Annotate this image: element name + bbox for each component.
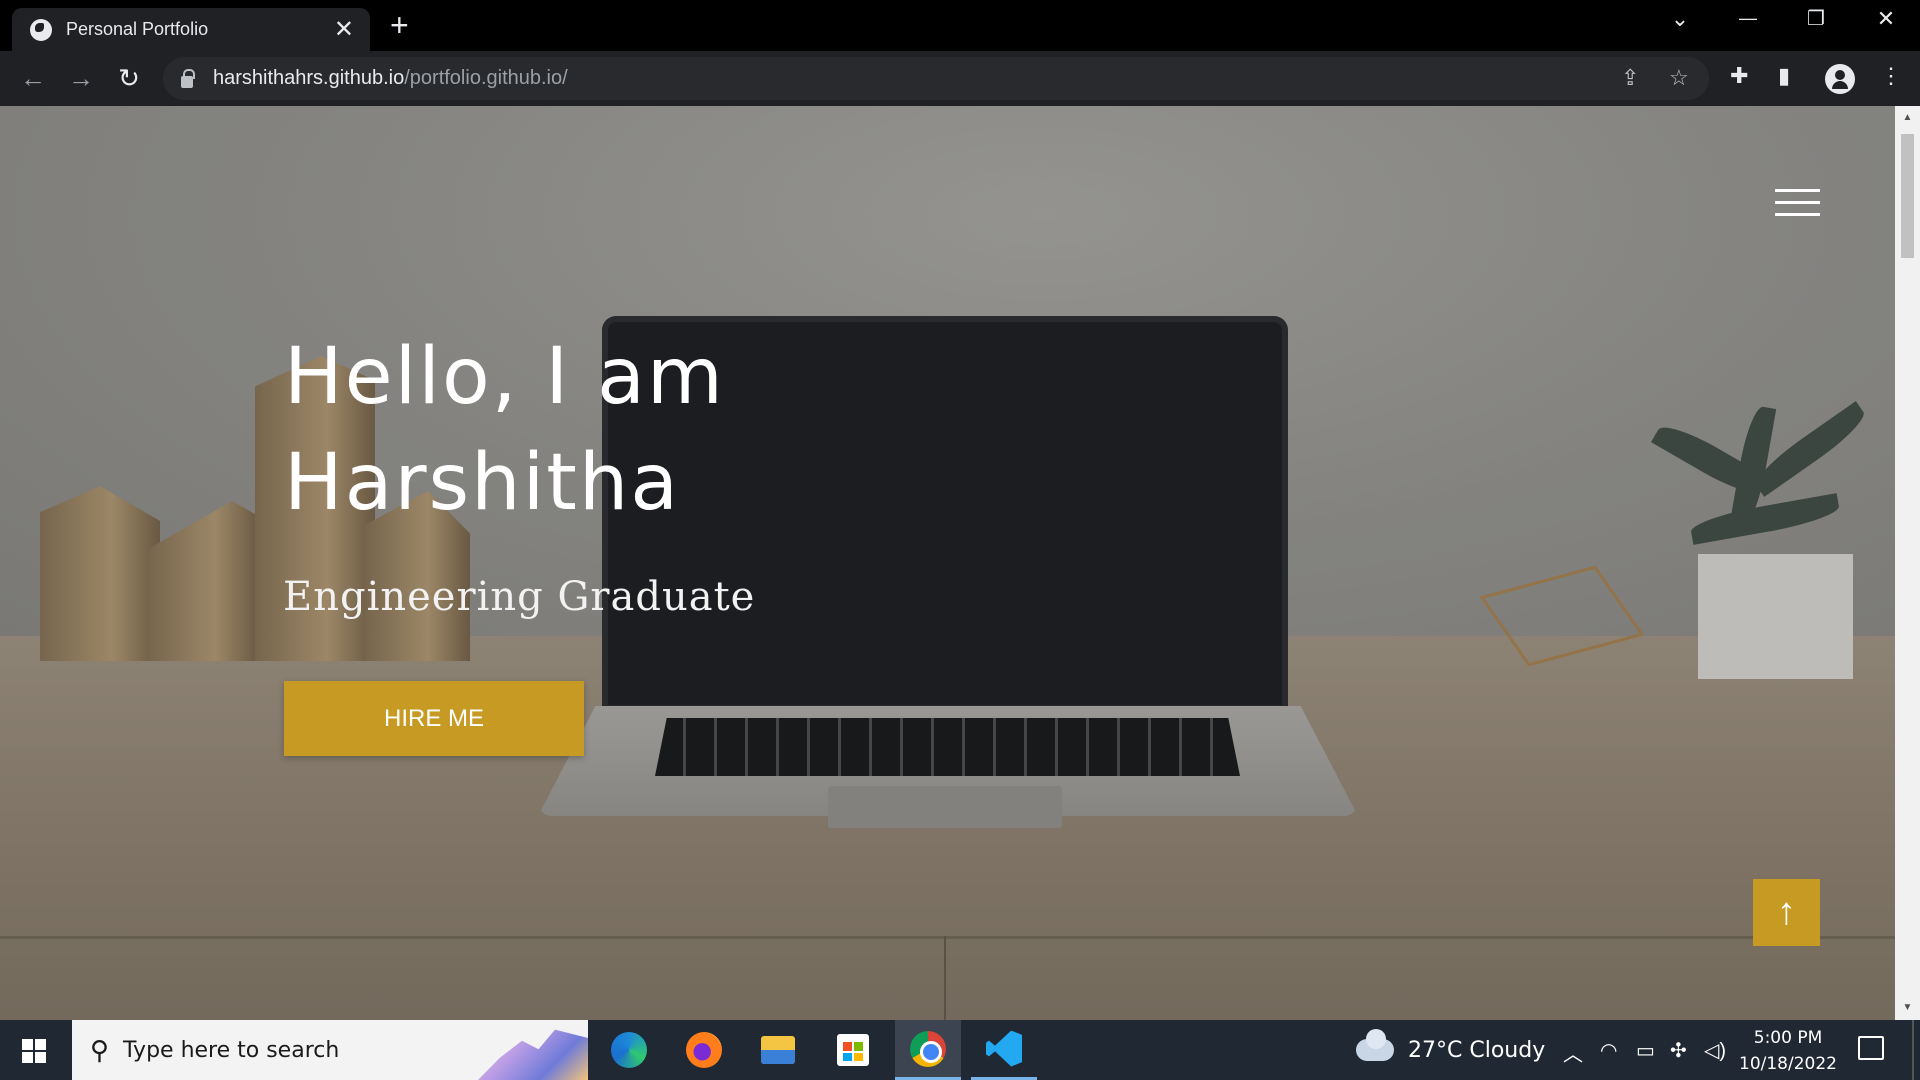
firefox-icon: [686, 1032, 722, 1068]
taskbar-search-box[interactable]: ⚲ Type here to search: [72, 1020, 588, 1080]
slack-icon[interactable]: ✣: [1670, 1038, 1687, 1063]
lock-icon[interactable]: [181, 68, 195, 88]
notification-icon[interactable]: [1858, 1036, 1884, 1060]
hamburger-menu-icon[interactable]: [1775, 189, 1820, 219]
scroll-down-icon[interactable]: ▼: [1895, 998, 1920, 1018]
extensions-icon[interactable]: ✚: [1730, 63, 1748, 89]
menu-dots-icon[interactable]: ⋮: [1880, 63, 1902, 89]
tab-search-dropdown-icon[interactable]: ⌄: [1660, 6, 1700, 32]
weather-text: 27°C Cloudy: [1408, 1037, 1546, 1063]
windows-start-icon[interactable]: [22, 1039, 46, 1063]
tab-personal-portfolio[interactable]: Personal Portfolio ✕: [12, 8, 370, 51]
chevron-up-icon[interactable]: ︿: [1563, 1038, 1583, 1067]
close-window-button[interactable]: ✕: [1866, 6, 1906, 32]
minimize-button[interactable]: —: [1728, 8, 1768, 29]
wifi-icon[interactable]: ◠: [1600, 1038, 1617, 1063]
weather-widget[interactable]: 27°C Cloudy: [1356, 1020, 1545, 1080]
tab-close-button[interactable]: ✕: [334, 17, 354, 42]
folder-icon: [761, 1036, 795, 1064]
hero-title-line1: Hello, I am: [284, 332, 725, 422]
tab-title: Personal Portfolio: [66, 19, 209, 39]
taskbar-app-edge[interactable]: [596, 1020, 662, 1080]
vscode-icon: [986, 1030, 1022, 1067]
system-clock[interactable]: 5:00 PM 10/18/2022: [1728, 1025, 1848, 1077]
back-to-top-button[interactable]: ↑: [1753, 879, 1820, 946]
clock-time: 5:00 PM: [1753, 1028, 1823, 1048]
scroll-thumb[interactable]: [1901, 134, 1914, 258]
page-viewport: Hello, I am Harshitha Engineering Gradua…: [0, 106, 1895, 1020]
url-path: /portfolio.github.io/: [404, 67, 568, 89]
store-icon: [837, 1034, 869, 1066]
browser-toolbar: ← → ↻ harshithahrs.github.io/portfolio.g…: [0, 51, 1920, 106]
profile-icon[interactable]: [1825, 64, 1855, 94]
scroll-up-icon[interactable]: ▲: [1895, 108, 1920, 128]
search-icon: ⚲: [90, 1034, 110, 1065]
url-host: harshithahrs.github.io: [213, 67, 405, 89]
hero-subtitle: Engineering Graduate: [283, 574, 756, 620]
restore-button[interactable]: ❐: [1796, 6, 1836, 31]
edge-icon: [611, 1032, 647, 1068]
taskbar-app-firefox[interactable]: [671, 1020, 737, 1080]
globe-icon: [30, 18, 52, 41]
hero-title-line2: Harshitha: [284, 438, 681, 528]
background-overlay: [0, 106, 1895, 1020]
forward-button[interactable]: →: [64, 61, 98, 95]
hire-me-button[interactable]: HIRE ME: [284, 681, 584, 756]
tab-strip: Personal Portfolio ✕ + ⌄ — ❐ ✕: [0, 0, 1920, 51]
windows-taskbar: ⚲ Type here to search 27°C Cloudy ︿ ◠ ▭ …: [0, 1020, 1920, 1080]
back-button[interactable]: ←: [16, 61, 50, 95]
taskbar-app-chrome[interactable]: [895, 1020, 961, 1080]
clock-date: 10/18/2022: [1739, 1054, 1837, 1074]
chrome-icon: [910, 1030, 946, 1067]
hero-title: Hello, I am Harshitha: [284, 324, 984, 536]
search-placeholder: Type here to search: [123, 1037, 340, 1063]
reload-button[interactable]: ↻: [112, 61, 146, 95]
bookmark-star-icon[interactable]: ☆: [1669, 65, 1689, 91]
new-tab-button[interactable]: +: [390, 9, 409, 41]
battery-icon[interactable]: ▭: [1636, 1038, 1655, 1063]
page-scrollbar[interactable]: ▲ ▼: [1895, 106, 1920, 1020]
volume-icon[interactable]: ◁): [1704, 1038, 1726, 1063]
side-panel-icon[interactable]: ▮: [1778, 63, 1790, 89]
taskbar-app-vscode[interactable]: [971, 1020, 1037, 1080]
search-highlight-art: [478, 1029, 588, 1080]
cloud-icon: [1356, 1029, 1394, 1061]
taskbar-app-file-explorer[interactable]: [745, 1020, 811, 1080]
taskbar-app-store[interactable]: [820, 1020, 886, 1080]
show-desktop-button[interactable]: [1912, 1020, 1914, 1080]
address-bar[interactable]: harshithahrs.github.io/portfolio.github.…: [163, 57, 1709, 100]
share-icon[interactable]: ⇪: [1621, 65, 1639, 91]
